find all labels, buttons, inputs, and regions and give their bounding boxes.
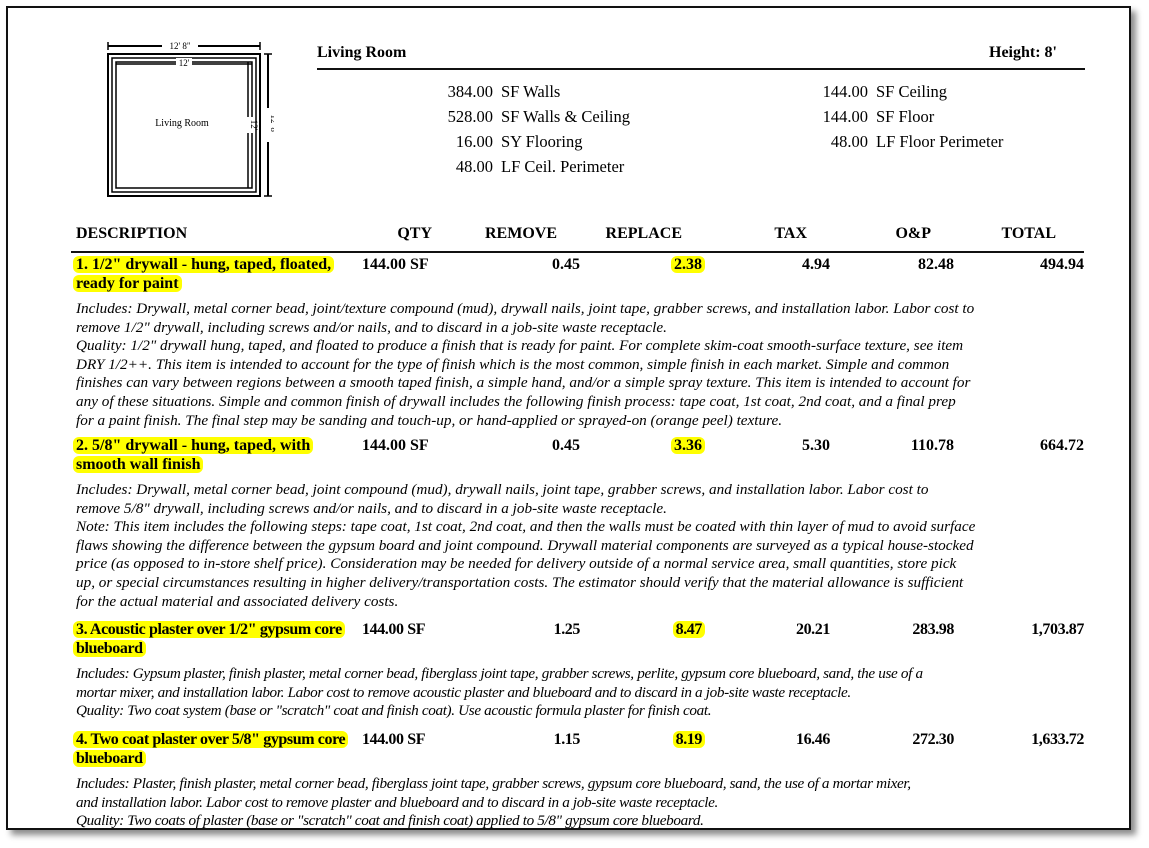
measurement-value: 48.00 xyxy=(830,132,868,151)
highlight: 1. 1/2" drywall - hung, taped, floated, … xyxy=(73,256,335,292)
line-item-tax: 5.30 xyxy=(802,437,830,454)
line-item-qty: 144.00 SF xyxy=(362,621,426,638)
line-item-total: 1,633.72 xyxy=(1031,731,1084,748)
line-item-description: 4. Two coat plaster over 5/8" gypsum cor… xyxy=(73,730,349,768)
measurement-row: 16.00 SY Flooring xyxy=(418,129,630,154)
measurement-label: SF Walls & Ceiling xyxy=(501,107,631,126)
line-item-header: 1. 1/2" drywall - hung, taped, floated, … xyxy=(73,255,1084,295)
room-sketch: 12' 8" 12' 12' 12' 8" Living Room xyxy=(104,38,279,200)
highlight: 3.36 xyxy=(671,437,705,454)
line-item-op: 82.48 xyxy=(918,256,954,273)
line-item: 3. Acoustic plaster over 1/2" gypsum cor… xyxy=(73,620,1084,721)
room-title: Living Room xyxy=(317,44,407,61)
inner-width-label: 12' xyxy=(179,58,190,68)
room-measurements-left: 384.00 SF Walls 528.00 SF Walls & Ceilin… xyxy=(418,79,630,179)
column-header-qty: QTY xyxy=(397,225,432,242)
highlight: 4. Two coat plaster over 5/8" gypsum cor… xyxy=(73,731,349,767)
column-header-tax: TAX xyxy=(774,225,807,242)
measurement-label: SF Floor xyxy=(876,107,935,126)
highlight: 2.38 xyxy=(671,256,705,273)
line-item-remove: 0.45 xyxy=(552,256,580,273)
line-item-op: 110.78 xyxy=(910,437,954,454)
line-item-header: 2. 5/8" drywall - hung, taped, with smoo… xyxy=(73,436,1084,476)
measurement-value: 48.00 xyxy=(455,157,493,176)
column-header-remove: REMOVE xyxy=(485,225,557,242)
line-item-header: 3. Acoustic plaster over 1/2" gypsum cor… xyxy=(73,620,1084,660)
sketch-room-label: Living Room xyxy=(155,118,209,129)
column-header-description: DESCRIPTION xyxy=(76,225,188,242)
room-height: Height: 8' xyxy=(989,44,1057,61)
line-item-notes: Includes: Gypsum plaster, finish plaster… xyxy=(76,665,923,720)
measurement-label: SF Ceiling xyxy=(876,82,948,101)
table-header-rule xyxy=(71,251,1084,253)
line-item-op: 272.30 xyxy=(912,731,954,748)
line-item-description: 3. Acoustic plaster over 1/2" gypsum cor… xyxy=(73,620,346,658)
line-item-notes: Includes: Drywall, metal corner bead, jo… xyxy=(76,481,976,610)
measurement-value: 528.00 xyxy=(447,107,493,126)
measurement-label: LF Floor Perimeter xyxy=(876,132,1004,151)
line-item-op: 283.98 xyxy=(912,621,954,638)
line-item-replace: 8.19 xyxy=(672,730,705,749)
line-item-remove: 1.15 xyxy=(553,731,581,748)
line-item-remove: 0.45 xyxy=(552,437,580,454)
line-item-total: 494.94 xyxy=(1040,256,1084,273)
room-header-rule xyxy=(317,68,1085,70)
line-item-tax: 20.21 xyxy=(795,621,830,638)
highlight: 2. 5/8" drywall - hung, taped, with smoo… xyxy=(73,437,314,473)
measurement-label: LF Ceil. Perimeter xyxy=(501,157,625,176)
measurement-value: 144.00 xyxy=(822,82,868,101)
inner-height-label: 12' xyxy=(249,120,259,131)
column-header-total: TOTAL xyxy=(1001,225,1056,242)
column-header-op: O&P xyxy=(895,225,931,242)
measurement-row: 48.00 LF Ceil. Perimeter xyxy=(418,154,630,179)
highlight: 8.47 xyxy=(672,621,705,638)
line-item-tax: 16.46 xyxy=(795,731,830,748)
line-item-header: 4. Two coat plaster over 5/8" gypsum cor… xyxy=(73,730,1084,770)
line-item-description: 2. 5/8" drywall - hung, taped, with smoo… xyxy=(73,436,346,474)
line-item-qty: 144.00 SF xyxy=(362,437,429,454)
line-item-qty: 144.00 SF xyxy=(362,256,429,273)
line-item-description: 1. 1/2" drywall - hung, taped, floated, … xyxy=(73,255,346,293)
line-item-replace: 3.36 xyxy=(671,436,705,455)
line-item-replace: 8.47 xyxy=(672,620,705,639)
measurement-row: 528.00 SF Walls & Ceiling xyxy=(418,104,630,129)
outer-height-label: 12' 8" xyxy=(269,114,274,135)
measurement-label: SF Walls xyxy=(501,82,561,101)
measurement-row: 144.00 SF Ceiling xyxy=(793,79,1003,104)
line-item-total: 664.72 xyxy=(1040,437,1084,454)
column-header-replace: REPLACE xyxy=(605,225,682,242)
line-item-total: 1,703.87 xyxy=(1031,621,1084,638)
line-item-remove: 1.25 xyxy=(553,621,581,638)
highlight: 3. Acoustic plaster over 1/2" gypsum cor… xyxy=(73,621,345,657)
measurement-row: 144.00 SF Floor xyxy=(793,104,1003,129)
line-item: 1. 1/2" drywall - hung, taped, floated, … xyxy=(73,255,1084,430)
estimate-page: 12' 8" 12' 12' 12' 8" Living Room Living… xyxy=(6,6,1131,830)
line-item-replace: 2.38 xyxy=(671,255,705,274)
measurement-value: 384.00 xyxy=(447,82,493,101)
room-measurements-right: 144.00 SF Ceiling 144.00 SF Floor 48.00 … xyxy=(793,79,1004,154)
line-item-tax: 4.94 xyxy=(802,256,830,273)
line-item: 4. Two coat plaster over 5/8" gypsum cor… xyxy=(73,730,1084,831)
line-item: 2. 5/8" drywall - hung, taped, with smoo… xyxy=(73,436,1084,611)
measurement-row: 384.00 SF Walls xyxy=(418,79,630,104)
line-item-notes: Includes: Plaster, finish plaster, metal… xyxy=(76,775,911,830)
measurement-value: 144.00 xyxy=(822,107,868,126)
measurement-label: SY Flooring xyxy=(501,132,583,151)
measurement-row: 48.00 LF Floor Perimeter xyxy=(793,129,1004,154)
measurement-value: 16.00 xyxy=(455,132,493,151)
line-item-qty: 144.00 SF xyxy=(362,731,426,748)
outer-width-label: 12' 8" xyxy=(169,41,190,51)
highlight: 8.19 xyxy=(672,731,705,748)
line-item-notes: Includes: Drywall, metal corner bead, jo… xyxy=(76,300,975,429)
